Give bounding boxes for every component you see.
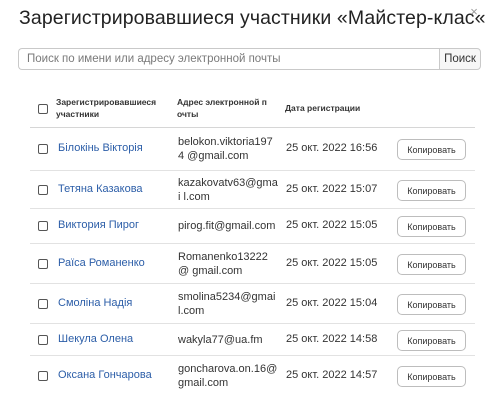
participant-email: kazakovatv63@gmai l.com (178, 177, 278, 203)
copy-button[interactable]: Копировать (397, 139, 466, 160)
participant-email: wakyla77@ua.fm (178, 334, 263, 346)
registration-date: 25 окт. 2022 14:58 (286, 333, 378, 345)
registration-date: 25 окт. 2022 15:05 (286, 219, 378, 231)
registration-date: 25 окт. 2022 15:05 (286, 257, 378, 269)
close-icon[interactable]: × (468, 5, 480, 18)
registration-date: 25 окт. 2022 14:57 (286, 369, 378, 381)
participant-email: Romanenko13222@ gmail.com (178, 251, 268, 277)
participant-email: pirog.fit@gmail.com (178, 220, 276, 232)
participant-name-link[interactable]: Тетяна Казакова (58, 183, 143, 195)
column-header-date[interactable]: Дата регистрации (285, 102, 360, 114)
registration-date: 25 окт. 2022 16:56 (286, 142, 378, 154)
column-header-email[interactable]: Адрес электронной п очты (177, 96, 282, 120)
search-input[interactable] (18, 48, 439, 70)
participant-name-link[interactable]: Раїса Романенко (58, 257, 145, 269)
row-checkbox[interactable] (38, 259, 48, 269)
participant-email: belokon.viktoria1974 @gmail.com (178, 136, 273, 162)
participant-name-link[interactable]: Шекула Олена (58, 333, 133, 345)
table-row: Білокінь Вікторія belokon.viktoria1974 @… (30, 128, 475, 171)
participant-email: smolina5234@gmai l.com (178, 291, 276, 317)
table-row: Смоліна Надія smolina5234@gmai l.com 25 … (30, 284, 475, 324)
participant-name-link[interactable]: Виктория Пирог (58, 219, 139, 231)
row-checkbox[interactable] (38, 299, 48, 309)
registration-date: 25 окт. 2022 15:04 (286, 297, 378, 309)
registration-date: 25 окт. 2022 15:07 (286, 183, 378, 195)
column-header-name[interactable]: Зарегистрировавшиеся участники (56, 96, 171, 120)
row-checkbox[interactable] (38, 335, 48, 345)
search-button[interactable]: Поиск (439, 48, 481, 70)
participant-email: goncharova.on.16@ gmail.com (178, 363, 278, 389)
row-checkbox[interactable] (38, 221, 48, 231)
row-checkbox[interactable] (38, 185, 48, 195)
copy-button[interactable]: Копировать (397, 180, 466, 201)
copy-button[interactable]: Копировать (397, 294, 466, 315)
select-all-checkbox[interactable] (38, 104, 48, 114)
registered-participants-dialog: Зарегистрировавшиеся участники «Майстер-… (0, 0, 486, 394)
copy-button[interactable]: Копировать (397, 366, 466, 387)
table-row: Шекула Олена wakyla77@ua.fm 25 окт. 2022… (30, 324, 475, 356)
table-row: Виктория Пирог pirog.fit@gmail.com 25 ок… (30, 209, 475, 244)
copy-button[interactable]: Копировать (397, 330, 466, 351)
participant-name-link[interactable]: Білокінь Вікторія (58, 142, 143, 154)
participant-name-link[interactable]: Оксана Гончарова (58, 369, 152, 381)
participant-name-link[interactable]: Смоліна Надія (58, 297, 132, 309)
search-bar: Поиск (18, 48, 481, 70)
dialog-title: Зарегистрировавшиеся участники «Майстер-… (19, 7, 486, 29)
table-row: Тетяна Казакова kazakovatv63@gmai l.com … (30, 171, 475, 209)
table-row: Оксана Гончарова goncharova.on.16@ gmail… (30, 356, 475, 394)
copy-button[interactable]: Копировать (397, 254, 466, 275)
copy-button[interactable]: Копировать (397, 216, 466, 237)
row-checkbox[interactable] (38, 144, 48, 154)
row-checkbox[interactable] (38, 371, 48, 381)
table-row: Раїса Романенко Romanenko13222@ gmail.co… (30, 244, 475, 284)
participants-table: Зарегистрировавшиеся участники Адрес эле… (30, 90, 475, 394)
table-header: Зарегистрировавшиеся участники Адрес эле… (30, 90, 475, 128)
